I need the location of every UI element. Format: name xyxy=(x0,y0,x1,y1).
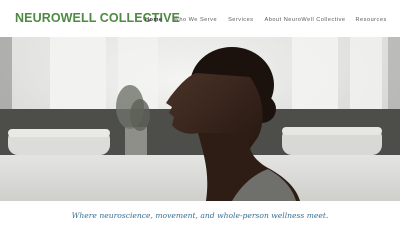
nav-services[interactable]: Services xyxy=(228,16,253,24)
hero-image xyxy=(0,37,400,201)
nav-about[interactable]: About NeuroWell Collective xyxy=(265,16,346,24)
hero-tagline: Where neuroscience, movement, and whole-… xyxy=(71,211,329,220)
hero-photo xyxy=(0,37,400,201)
site-header: NEUROWELL COLLECTIVE Home Who We Serve S… xyxy=(0,0,400,37)
nav-who-we-serve[interactable]: Who We Serve xyxy=(174,16,218,24)
nav-home[interactable]: Home xyxy=(145,16,163,24)
main-nav: Home Who We Serve Services About NeuroWe… xyxy=(145,16,387,24)
nav-resources[interactable]: Resources xyxy=(356,16,387,24)
